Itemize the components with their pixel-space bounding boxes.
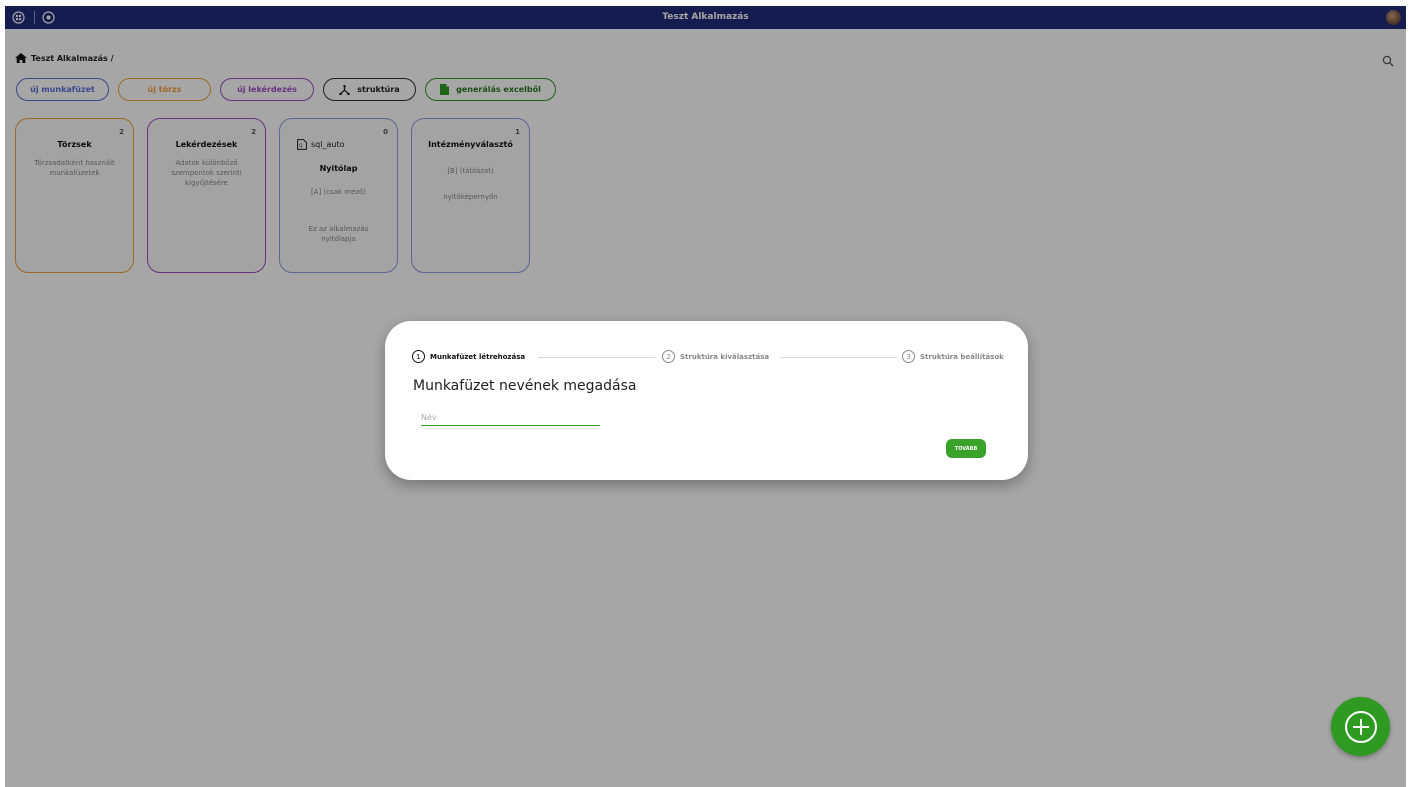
step-label: Munkafüzet létrehozása <box>430 352 526 361</box>
plus-circle-icon <box>1344 710 1377 743</box>
step-connector <box>538 357 655 358</box>
create-workbook-dialog: 1 Munkafüzet létrehozása 2 Struktúra kiv… <box>385 321 1028 480</box>
step-label: Struktúra kiválasztása <box>680 352 770 361</box>
dialog-title: Munkafüzet nevének megadása <box>413 378 637 394</box>
stepper: 1 Munkafüzet létrehozása 2 Struktúra kiv… <box>412 350 1028 364</box>
next-button[interactable]: TOVÁBB <box>946 439 986 458</box>
add-button[interactable] <box>1331 697 1390 756</box>
step-label: Struktúra beállítások <box>920 352 1004 361</box>
step-connector <box>780 357 897 358</box>
app-window: Teszt Alkalmazás Teszt Alkalmazás / új m… <box>5 6 1406 787</box>
step-number: 2 <box>662 350 675 363</box>
step-number: 3 <box>902 350 915 363</box>
workbook-name-input[interactable] <box>421 409 600 426</box>
step-1[interactable]: 1 Munkafüzet létrehozása <box>412 350 525 363</box>
step-number: 1 <box>412 350 425 363</box>
step-2[interactable]: 2 Struktúra kiválasztása <box>662 350 769 363</box>
step-3[interactable]: 3 Struktúra beállítások <box>902 350 1004 363</box>
